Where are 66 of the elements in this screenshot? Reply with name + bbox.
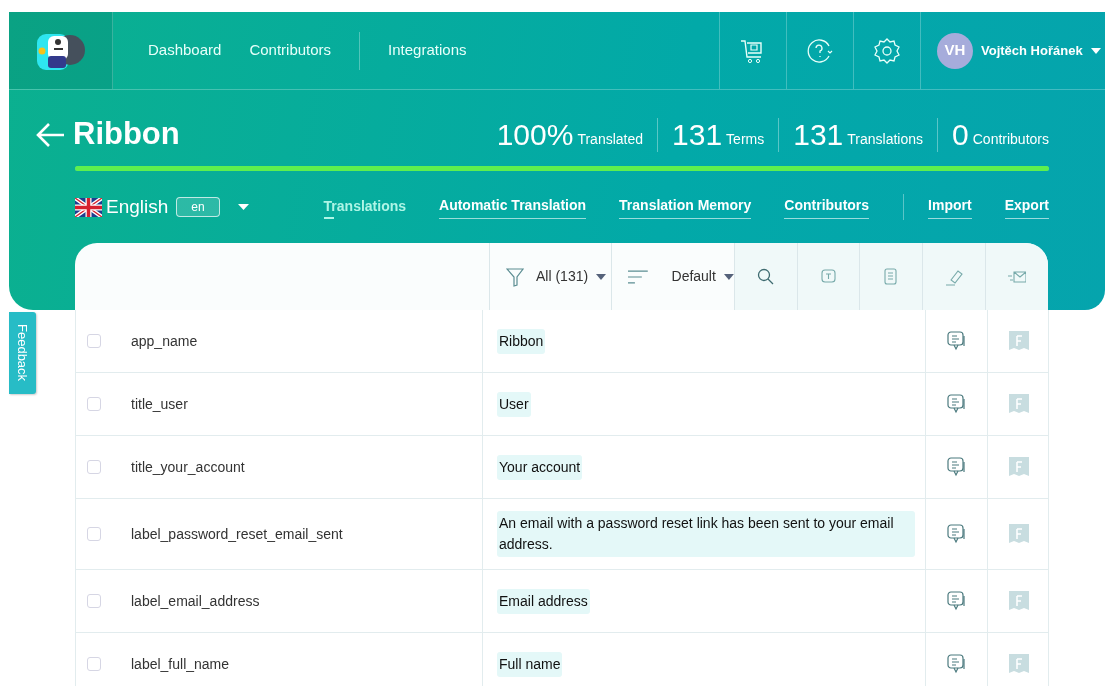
translation-text[interactable]: An email with a password reset link has been sent to your email address. bbox=[497, 511, 915, 557]
tab[interactable]: Translation Memory bbox=[619, 195, 752, 219]
filter-icon[interactable] bbox=[506, 266, 524, 287]
tab[interactable]: Contributors bbox=[784, 195, 870, 219]
flag-icon[interactable] bbox=[1008, 331, 1029, 351]
flag-icon[interactable] bbox=[1008, 394, 1029, 414]
flag-icon[interactable] bbox=[1008, 591, 1029, 611]
stat-value: 0 bbox=[952, 119, 969, 150]
help-icon[interactable] bbox=[806, 36, 834, 65]
stat-label: Translations bbox=[847, 129, 924, 149]
checkbox[interactable] bbox=[87, 594, 101, 608]
project-title: Ribbon bbox=[73, 115, 180, 154]
comment-icon[interactable] bbox=[946, 394, 967, 414]
caret-icon[interactable] bbox=[1090, 47, 1101, 54]
stat-label: Contributors bbox=[972, 129, 1049, 149]
comment-icon[interactable] bbox=[946, 524, 967, 544]
comment-icon[interactable] bbox=[946, 591, 967, 611]
checkbox[interactable] bbox=[87, 657, 101, 671]
language-code: en bbox=[176, 197, 220, 217]
caret-icon[interactable] bbox=[596, 273, 607, 280]
nav-link[interactable]: Contributors bbox=[249, 39, 332, 62]
caret-icon[interactable] bbox=[723, 273, 734, 280]
nav-link[interactable]: Integrations bbox=[388, 39, 467, 62]
action-link[interactable]: Export bbox=[1004, 195, 1049, 219]
translation-text[interactable]: Your account bbox=[497, 454, 583, 480]
stat-value: 131 bbox=[793, 119, 844, 150]
checkbox[interactable] bbox=[87, 334, 101, 348]
comment-icon[interactable] bbox=[946, 331, 967, 351]
stat-label: Translated bbox=[577, 129, 644, 149]
checkbox[interactable] bbox=[87, 460, 101, 474]
term-key: label_full_name bbox=[131, 653, 230, 675]
comment-icon[interactable] bbox=[946, 457, 967, 477]
stat-value: 131 bbox=[672, 119, 723, 150]
checkbox[interactable] bbox=[87, 397, 101, 411]
nav-link[interactable]: Dashboard bbox=[148, 39, 222, 62]
search-icon[interactable] bbox=[756, 267, 775, 286]
checkbox[interactable] bbox=[87, 527, 101, 541]
filter-dropdown[interactable]: All (131) bbox=[536, 266, 589, 287]
sort-icon[interactable] bbox=[627, 268, 648, 285]
action-link[interactable]: Import bbox=[928, 195, 972, 219]
term-key: label_password_reset_email_sent bbox=[131, 523, 343, 545]
term-key: title_user bbox=[131, 393, 188, 415]
feedback-tab[interactable]: Feedback bbox=[9, 312, 36, 394]
translation-text[interactable]: User bbox=[497, 391, 531, 417]
stat-label: Terms bbox=[726, 129, 765, 149]
settings-icon[interactable] bbox=[873, 36, 901, 65]
translation-text[interactable]: Email address bbox=[497, 588, 590, 614]
term-key: label_email_address bbox=[131, 590, 260, 612]
uk-flag-icon bbox=[75, 197, 102, 217]
flag-icon[interactable] bbox=[1008, 654, 1029, 674]
language-name[interactable]: English bbox=[106, 192, 169, 222]
text-comment-icon[interactable] bbox=[819, 267, 838, 286]
back-arrow-icon[interactable] bbox=[35, 121, 65, 148]
translation-text[interactable]: Ribbon bbox=[497, 328, 546, 354]
term-key: title_your_account bbox=[131, 456, 245, 478]
translation-text[interactable]: Full name bbox=[497, 651, 563, 677]
user-avatar[interactable]: VH bbox=[937, 32, 973, 69]
tab[interactable]: Automatic Translation bbox=[439, 195, 587, 219]
sort-dropdown[interactable]: Default bbox=[671, 266, 716, 287]
user-name[interactable]: Vojtěch Hořánek bbox=[981, 40, 1083, 61]
flag-icon[interactable] bbox=[1008, 524, 1029, 544]
term-key: app_name bbox=[131, 330, 198, 352]
flag-icon[interactable] bbox=[1008, 457, 1029, 477]
caret-icon[interactable] bbox=[237, 204, 249, 210]
stat-value: 100% bbox=[496, 119, 574, 150]
comment-icon[interactable] bbox=[946, 654, 967, 674]
